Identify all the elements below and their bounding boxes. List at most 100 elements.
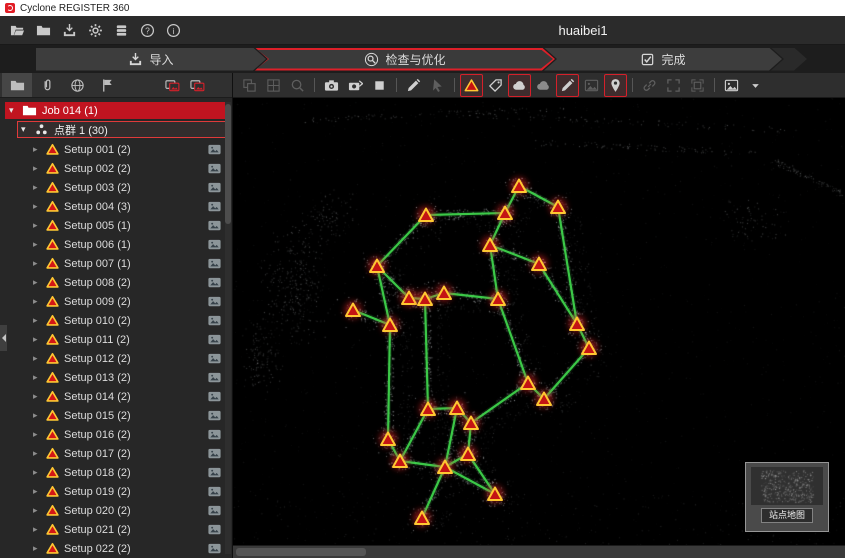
- setup-marker[interactable]: [460, 446, 477, 463]
- setup-marker[interactable]: [369, 258, 386, 275]
- tab-web[interactable]: [62, 73, 92, 97]
- setup-image-icon[interactable]: [207, 294, 222, 309]
- setup-marker[interactable]: [418, 207, 435, 224]
- tree-scrollbar[interactable]: [225, 102, 231, 554]
- expand-chevron-icon[interactable]: ▸: [33, 430, 41, 439]
- setup-image-icon[interactable]: [207, 370, 222, 385]
- tree-row-setup[interactable]: ▸ Setup 012 (2): [0, 349, 232, 368]
- setup-image-icon[interactable]: [207, 161, 222, 176]
- expand-chevron-icon[interactable]: ▸: [33, 373, 41, 382]
- show-geotags-icon[interactable]: [604, 74, 627, 97]
- background-style-icon[interactable]: [720, 74, 743, 97]
- tree-row-setup[interactable]: ▸ Setup 016 (2): [0, 425, 232, 444]
- annotate-icon[interactable]: [402, 74, 425, 97]
- expand-chevron-icon[interactable]: ▸: [33, 449, 41, 458]
- expand-chevron-icon[interactable]: ▸: [33, 506, 41, 515]
- setup-marker[interactable]: [380, 431, 397, 448]
- fit-to-view-icon[interactable]: [686, 74, 709, 97]
- setup-image-icon[interactable]: [207, 256, 222, 271]
- tree-row-setup[interactable]: ▸ Setup 009 (2): [0, 292, 232, 311]
- expand-chevron-icon[interactable]: ▸: [33, 487, 41, 496]
- setup-marker[interactable]: [550, 199, 567, 216]
- setup-image-icon[interactable]: [207, 503, 222, 518]
- setup-marker[interactable]: [482, 237, 499, 254]
- expand-chevron-icon[interactable]: ▸: [33, 164, 41, 173]
- show-labels-icon[interactable]: [484, 74, 507, 97]
- setup-image-icon[interactable]: [207, 408, 222, 423]
- setup-image-icon[interactable]: [207, 522, 222, 537]
- tree-row-setup[interactable]: ▸ Setup 001 (2): [0, 140, 232, 159]
- setup-marker[interactable]: [531, 256, 548, 273]
- expand-chevron-icon[interactable]: ▸: [33, 392, 41, 401]
- setup-image-icon[interactable]: [207, 313, 222, 328]
- setup-marker[interactable]: [520, 375, 537, 392]
- tree-row-setup[interactable]: ▸ Setup 011 (2): [0, 330, 232, 349]
- setup-image-icon[interactable]: [207, 427, 222, 442]
- workflow-step-finalize[interactable]: 完成: [544, 48, 782, 71]
- show-images-icon[interactable]: [580, 74, 603, 97]
- setup-marker[interactable]: [417, 291, 434, 308]
- expand-view-icon[interactable]: [662, 74, 685, 97]
- tree-row-setup[interactable]: ▸ Setup 008 (2): [0, 273, 232, 292]
- tab-project-tree[interactable]: [2, 73, 32, 97]
- setup-marker[interactable]: [487, 486, 504, 503]
- setup-marker[interactable]: [449, 400, 466, 417]
- expand-chevron-icon[interactable]: ▸: [33, 202, 41, 211]
- show-annotations-icon[interactable]: [556, 74, 579, 97]
- storage-manager-icon[interactable]: [110, 19, 133, 41]
- tree-row-setup[interactable]: ▸ Setup 003 (2): [0, 178, 232, 197]
- tree-row-job[interactable]: ▾ Job 014 (1): [5, 102, 228, 119]
- workflow-step-review[interactable]: 检查与优化: [255, 48, 555, 71]
- duplicate-view-icon[interactable]: [238, 74, 261, 97]
- setup-marker[interactable]: [382, 317, 399, 334]
- setup-image-icon[interactable]: [207, 446, 222, 461]
- setup-image-icon[interactable]: [207, 484, 222, 499]
- expand-chevron-icon[interactable]: ▸: [33, 468, 41, 477]
- expand-chevron-icon[interactable]: ▸: [33, 544, 41, 553]
- tree-row-setup[interactable]: ▸ Setup 014 (2): [0, 387, 232, 406]
- split-view-icon[interactable]: [262, 74, 285, 97]
- tree-row-setup[interactable]: ▸ Setup 007 (1): [0, 254, 232, 273]
- expand-chevron-icon[interactable]: ▸: [33, 411, 41, 420]
- stop-capture-icon[interactable]: [368, 74, 391, 97]
- settings-gear-icon[interactable]: [84, 19, 107, 41]
- setup-marker[interactable]: [437, 459, 454, 476]
- help-icon[interactable]: ?: [136, 19, 159, 41]
- expand-chevron-icon[interactable]: ▸: [33, 240, 41, 249]
- setup-marker[interactable]: [392, 453, 409, 470]
- open-project-icon[interactable]: [6, 19, 29, 41]
- setup-marker[interactable]: [490, 291, 507, 308]
- tree-row-setup[interactable]: ▸ Setup 019 (2): [0, 482, 232, 501]
- tree-row-setup[interactable]: ▸ Setup 018 (2): [0, 463, 232, 482]
- expand-chevron-icon[interactable]: ▸: [33, 278, 41, 287]
- remove-link-icon[interactable]: [638, 74, 661, 97]
- tab-attachments[interactable]: [32, 73, 62, 97]
- setup-marker[interactable]: [511, 178, 528, 195]
- setup-marker[interactable]: [345, 302, 362, 319]
- setup-image-icon[interactable]: [207, 237, 222, 252]
- tree-row-setup[interactable]: ▸ Setup 022 (2): [0, 539, 232, 558]
- show-pointcloud-alt-icon[interactable]: [532, 74, 555, 97]
- setup-image-icon[interactable]: [207, 541, 222, 556]
- setup-marker[interactable]: [401, 290, 418, 307]
- setup-marker[interactable]: [581, 340, 598, 357]
- tree-row-bundle[interactable]: ▾ 点群 1 (30): [17, 121, 228, 138]
- setup-marker[interactable]: [420, 401, 437, 418]
- expand-chevron-icon[interactable]: ▸: [33, 354, 41, 363]
- workflow-step-import[interactable]: 导入: [36, 48, 266, 71]
- tree-row-setup[interactable]: ▸ Setup 004 (3): [0, 197, 232, 216]
- setup-marker[interactable]: [536, 391, 553, 408]
- expand-chevron-icon[interactable]: ▸: [33, 297, 41, 306]
- expand-chevron-icon[interactable]: ▸: [33, 525, 41, 534]
- site-map-panel[interactable]: 站点地图: [745, 462, 829, 532]
- expand-chevron-icon[interactable]: ▸: [33, 221, 41, 230]
- setup-image-icon[interactable]: [207, 275, 222, 290]
- tree-row-setup[interactable]: ▸ Setup 021 (2): [0, 520, 232, 539]
- expand-chevron-icon[interactable]: ▸: [33, 335, 41, 344]
- show-setups-icon[interactable]: [460, 74, 483, 97]
- expand-chevron-icon[interactable]: ▸: [33, 183, 41, 192]
- setup-image-icon[interactable]: [207, 389, 222, 404]
- setup-marker[interactable]: [463, 415, 480, 432]
- dropdown-caret-icon[interactable]: [744, 74, 767, 97]
- tree-row-setup[interactable]: ▸ Setup 010 (2): [0, 311, 232, 330]
